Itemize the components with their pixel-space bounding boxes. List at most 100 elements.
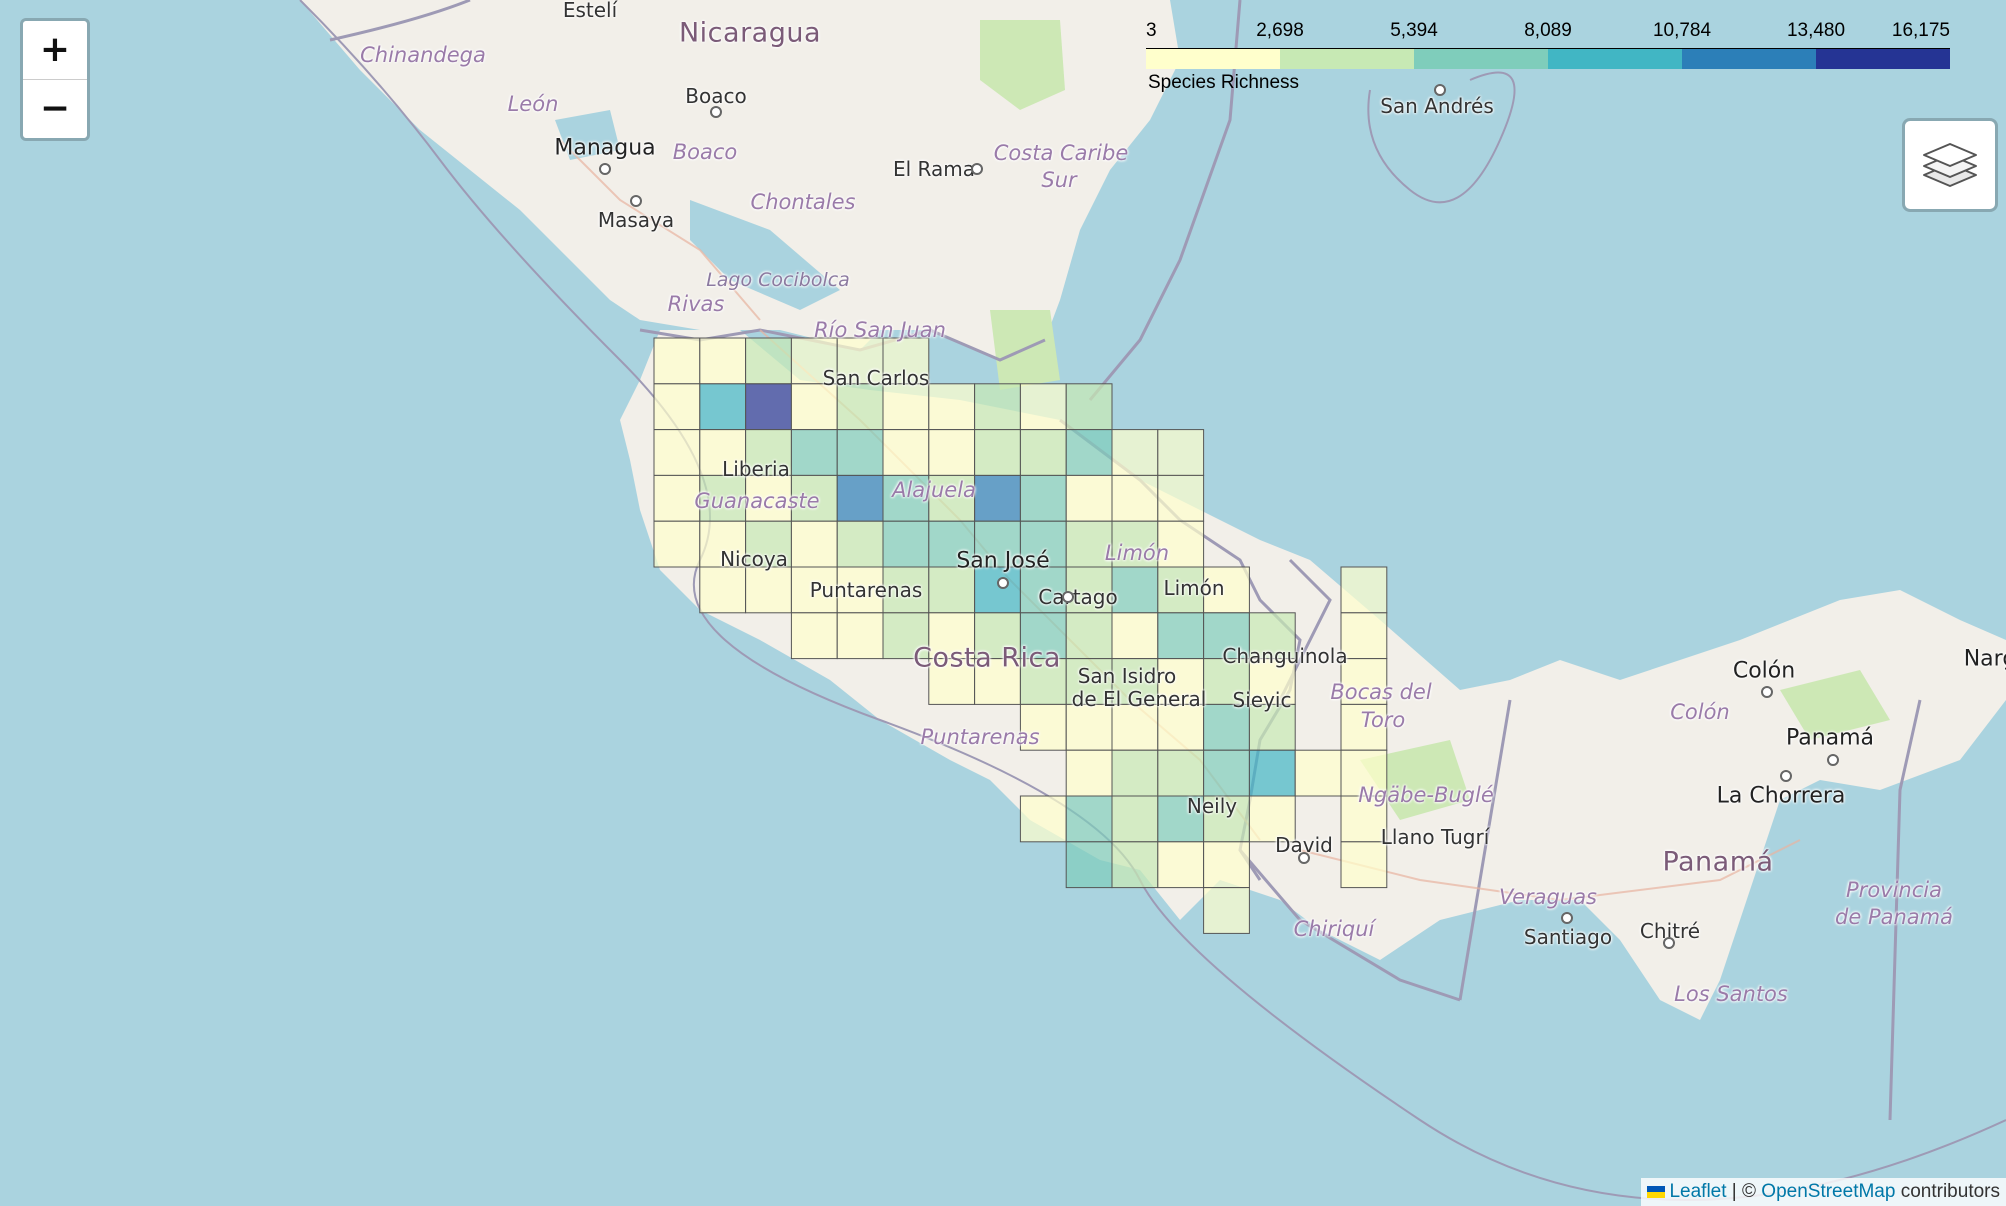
grid-cell[interactable] [1065,703,1113,751]
grid-cell[interactable] [699,383,747,431]
grid-cell[interactable] [836,474,884,522]
grid-cell[interactable] [1065,429,1113,476]
city-marker-icon [710,106,722,118]
grid-cell[interactable] [974,383,1021,431]
grid-cell[interactable] [1157,841,1205,889]
grid-cell[interactable] [790,612,838,660]
grid-cell[interactable] [1203,749,1250,797]
region-label-limon: Limón [1104,541,1170,565]
region-label-chinandega: Chinandega [360,43,486,67]
city-marker-icon [1062,591,1074,603]
grid-cell[interactable] [1111,566,1159,614]
country-label-panama: Panamá [1662,846,1774,878]
grid-cell[interactable] [1019,795,1067,843]
legend-tick-label: 10,784 [1652,20,1712,41]
grid-cell[interactable] [882,520,930,568]
grid-cell[interactable] [1019,429,1067,476]
grid-cell[interactable] [1065,383,1113,431]
city-marker-icon [997,577,1009,589]
grid-cell[interactable] [1340,612,1388,660]
layers-icon [1923,143,1977,187]
grid-cell[interactable] [882,429,930,476]
grid-cell[interactable] [1203,887,1250,934]
grid-cell[interactable] [836,429,884,476]
species-richness-grid [653,337,1388,934]
grid-cell[interactable] [1294,749,1342,797]
grid-cell[interactable] [699,337,747,385]
grid-cell[interactable] [1019,383,1067,431]
grid-cell[interactable] [1157,749,1205,797]
grid-cell[interactable] [1203,841,1250,889]
region-label-costa-caribe: Costa Caribe [993,141,1129,165]
grid-cell[interactable] [1248,749,1296,797]
grid-cell[interactable] [1111,474,1159,522]
region-label-provincia: Provincia [1846,878,1942,902]
grid-cell[interactable] [745,383,792,431]
city-marker-icon [630,195,642,207]
grid-cell[interactable] [1065,749,1113,797]
grid-cell[interactable] [1111,795,1159,843]
legend-ticks: 3 2,698 5,394 8,089 10,784 13,480 16,175 [1146,18,1952,44]
grid-cell[interactable] [699,566,747,614]
grid-cell[interactable] [745,337,792,385]
grid-cell[interactable] [928,566,976,614]
legend-color-swatch [1682,49,1816,69]
city-label-limon: Limón [1163,576,1225,600]
grid-cell[interactable] [1019,474,1067,522]
grid-cell[interactable] [790,383,838,431]
leaflet-link[interactable]: Leaflet [1669,1181,1726,1202]
city-marker-icon [1298,852,1310,864]
grid-cell[interactable] [1065,841,1113,889]
grid-cell[interactable] [974,429,1021,476]
region-label-veraguas: Veraguas [1498,885,1598,909]
grid-cell[interactable] [745,566,792,614]
grid-cell[interactable] [1111,612,1159,660]
grid-cell[interactable] [974,474,1021,522]
layers-control-button[interactable] [1902,118,1998,212]
legend-tick-label: 8,089 [1524,20,1572,41]
grid-cell[interactable] [1157,612,1205,660]
zoom-out-button[interactable]: − [23,80,87,138]
grid-cell[interactable] [974,566,1021,614]
grid-cell[interactable] [1157,429,1205,476]
legend-color-swatch [1816,49,1950,69]
grid-cell[interactable] [1157,474,1205,522]
grid-cell[interactable] [1111,841,1159,889]
region-label-chontales: Chontales [750,190,856,214]
grid-cell[interactable] [790,429,838,476]
grid-cell[interactable] [882,383,930,431]
zoom-in-button[interactable]: + [23,21,87,80]
grid-cell[interactable] [653,383,701,431]
legend-tick-label: 5,394 [1390,20,1438,41]
city-label-el-rama: El Rama [892,157,976,181]
city-label-masaya: Masaya [597,208,675,232]
grid-cell[interactable] [653,337,701,385]
legend-color-bar [1146,48,1950,69]
legend-color-swatch [1146,49,1280,69]
grid-cell[interactable] [1111,703,1159,751]
city-label-nicoya: Nicoya [720,547,788,571]
country-label-costa-rica: Costa Rica [913,642,1061,674]
city-label-la-chorrera: La Chorrera [1716,783,1846,809]
city-label-de-el-general: de El General [1071,687,1207,711]
grid-cell[interactable] [1340,566,1388,614]
grid-cell[interactable] [836,612,884,660]
grid-cell[interactable] [1065,795,1113,843]
grid-cell[interactable] [1065,612,1113,660]
grid-cell[interactable] [836,383,884,431]
grid-cell[interactable] [928,429,976,476]
grid-cell[interactable] [790,520,838,568]
grid-cell[interactable] [1157,703,1205,751]
city-marker-icon [1827,754,1839,766]
map-canvas[interactable]: Nicaragua Costa Rica Panamá Estelí Chinandeg… [0,0,2006,1206]
grid-cell[interactable] [653,520,701,568]
openstreetmap-link[interactable]: OpenStreetMap [1761,1181,1895,1202]
grid-cell[interactable] [1065,474,1113,522]
grid-cell[interactable] [1111,429,1159,476]
grid-cell[interactable] [836,520,884,568]
city-label-esteli: Estelí [562,0,618,22]
grid-cell[interactable] [653,429,701,476]
grid-cell[interactable] [653,474,701,522]
grid-cell[interactable] [1111,749,1159,797]
grid-cell[interactable] [928,383,976,431]
